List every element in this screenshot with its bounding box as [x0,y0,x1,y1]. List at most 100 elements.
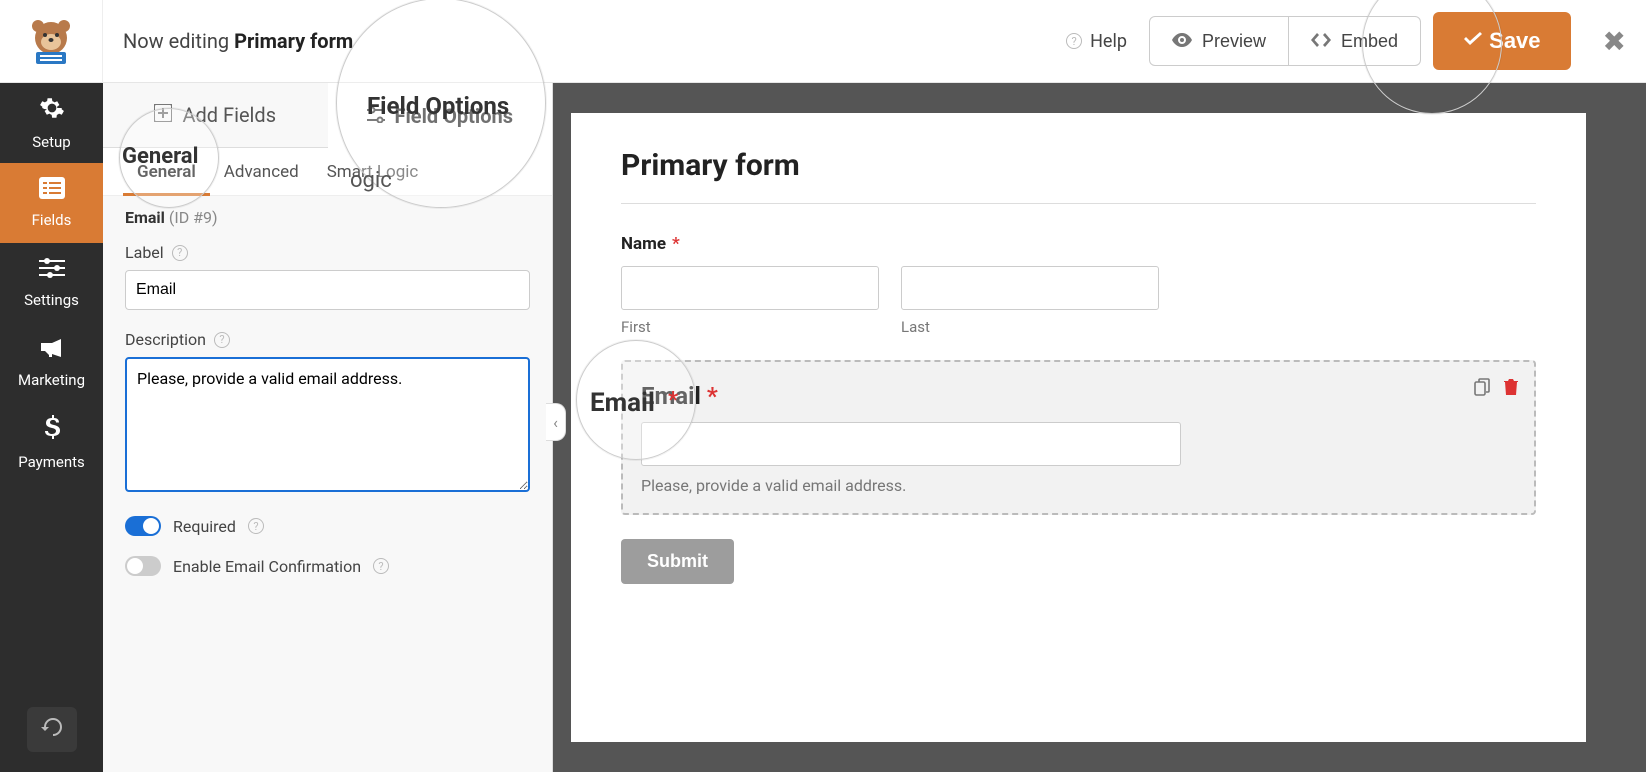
sidebar-item-setup[interactable]: Setup [0,83,103,163]
embed-button[interactable]: Embed [1289,16,1421,66]
duplicate-field-button[interactable] [1474,378,1490,401]
first-name-input[interactable] [621,266,879,310]
help-tooltip-icon[interactable]: ? [172,245,188,261]
help-label: Help [1090,31,1127,52]
editing-prefix: Now editing [123,29,229,53]
confirmation-toggle[interactable] [125,556,161,576]
help-icon: ? [1066,33,1082,49]
sidebar-item-marketing[interactable]: Marketing [0,323,103,403]
save-button[interactable]: Save [1433,12,1571,70]
email-input[interactable] [641,422,1181,466]
help-link[interactable]: ? Help [1066,31,1127,52]
help-tooltip-icon[interactable]: ? [248,518,264,534]
field-name: Email [125,208,165,227]
required-toggle[interactable] [125,516,161,536]
subtab-general[interactable]: General [123,148,210,195]
chevron-left-icon: ‹ [553,413,558,432]
form-name: Primary form [234,29,353,53]
bullhorn-icon [39,337,65,365]
options-panel: Add Fields Field Options General Advance… [103,83,553,772]
name-label-text: Name [621,234,666,254]
name-inputs: First Last [621,266,1536,336]
last-name-input[interactable] [901,266,1159,310]
sidebar-item-payments[interactable]: Payments [0,403,103,483]
confirmation-label: Enable Email Confirmation [173,557,361,576]
first-name-col: First [621,266,879,336]
sliders-small-icon [367,104,385,128]
embed-label: Embed [1341,31,1398,52]
form-title: Primary form [621,148,1536,183]
sidebar-label-payments: Payments [18,453,85,471]
trash-icon [1504,380,1518,401]
history-icon [41,716,63,744]
view-button-group: Preview Embed [1149,16,1421,66]
sidebar-label-settings: Settings [24,291,79,309]
required-row: Required ? [103,506,552,546]
delete-field-button[interactable] [1504,378,1518,401]
close-button[interactable]: ✖ [1603,25,1626,58]
tab-add-fields[interactable]: Add Fields [103,83,328,148]
description-text: Description [125,330,206,349]
preview-label: Preview [1202,31,1266,52]
top-bar: Now editing Primary form ? Help Preview … [0,0,1646,83]
tab-field-options[interactable]: Field Options [328,83,553,148]
editing-label: Now editing Primary form [123,29,353,53]
top-actions: ? Help Preview Embed Save ✖ [1066,12,1626,70]
confirmation-row: Enable Email Confirmation ? [103,546,552,586]
sidebar-item-settings[interactable]: Settings [0,243,103,323]
submit-button[interactable]: Submit [621,539,734,584]
label-row: Label ? [103,233,552,320]
help-tooltip-icon[interactable]: ? [373,558,389,574]
field-id-number: (ID #9) [169,208,218,227]
sidebar-item-fields[interactable]: Fields [0,163,103,243]
tab-field-options-label: Field Options [395,104,513,128]
help-tooltip-icon[interactable]: ? [214,332,230,348]
gear-icon [39,95,65,127]
last-sublabel: Last [901,318,1159,336]
dollar-icon [44,415,60,447]
preview-button[interactable]: Preview [1149,16,1289,66]
email-field-block[interactable]: Email * Please, provide a valid email ad… [621,360,1536,515]
code-icon [1311,31,1331,52]
plus-square-icon [154,103,172,127]
eye-icon [1172,31,1192,52]
required-star-icon: * [672,234,680,254]
description-label: Description ? [125,330,530,349]
panel-tabs: Add Fields Field Options [103,83,552,148]
copy-icon [1474,380,1490,401]
preview-card: Primary form Name * First Last [571,113,1586,742]
subtab-advanced[interactable]: Advanced [210,148,313,195]
side-nav: Setup Fields Settings Marketing Payments [0,83,103,772]
name-field-label: Name * [621,234,1536,254]
subtab-general-label: General [137,162,196,182]
subtab-smart-logic-label: Smart Logic [327,162,419,182]
email-description: Please, provide a valid email address. [641,476,1516,495]
sidebar-label-fields: Fields [32,211,72,229]
field-actions [1474,378,1518,401]
name-field-block[interactable]: Name * First Last [621,234,1536,336]
field-identifier: Email (ID #9) [103,196,552,233]
sidebar-label-setup: Setup [32,133,70,151]
label-label: Label ? [125,243,530,262]
preview-area: Primary form Name * First Last [553,83,1646,772]
last-name-col: Last [901,266,1159,336]
first-sublabel: First [621,318,879,336]
collapse-panel-button[interactable]: ‹ [546,403,566,441]
workspace: Setup Fields Settings Marketing Payments [0,83,1646,772]
subtab-smart-logic[interactable]: Smart Logic [313,148,433,195]
label-input[interactable] [125,270,530,310]
list-icon [39,177,65,205]
sliders-icon [39,257,65,285]
description-row: Description ? [103,320,552,506]
sidebar-label-marketing: Marketing [18,371,85,389]
close-icon: ✖ [1603,26,1626,57]
history-button[interactable] [27,707,77,752]
subtab-advanced-label: Advanced [224,162,299,182]
description-textarea[interactable] [125,357,530,492]
bear-logo-icon [26,16,76,66]
tab-add-fields-label: Add Fields [182,103,276,127]
app-logo [0,0,103,83]
divider [621,203,1536,204]
required-label: Required [173,517,236,536]
label-text: Label [125,243,164,262]
